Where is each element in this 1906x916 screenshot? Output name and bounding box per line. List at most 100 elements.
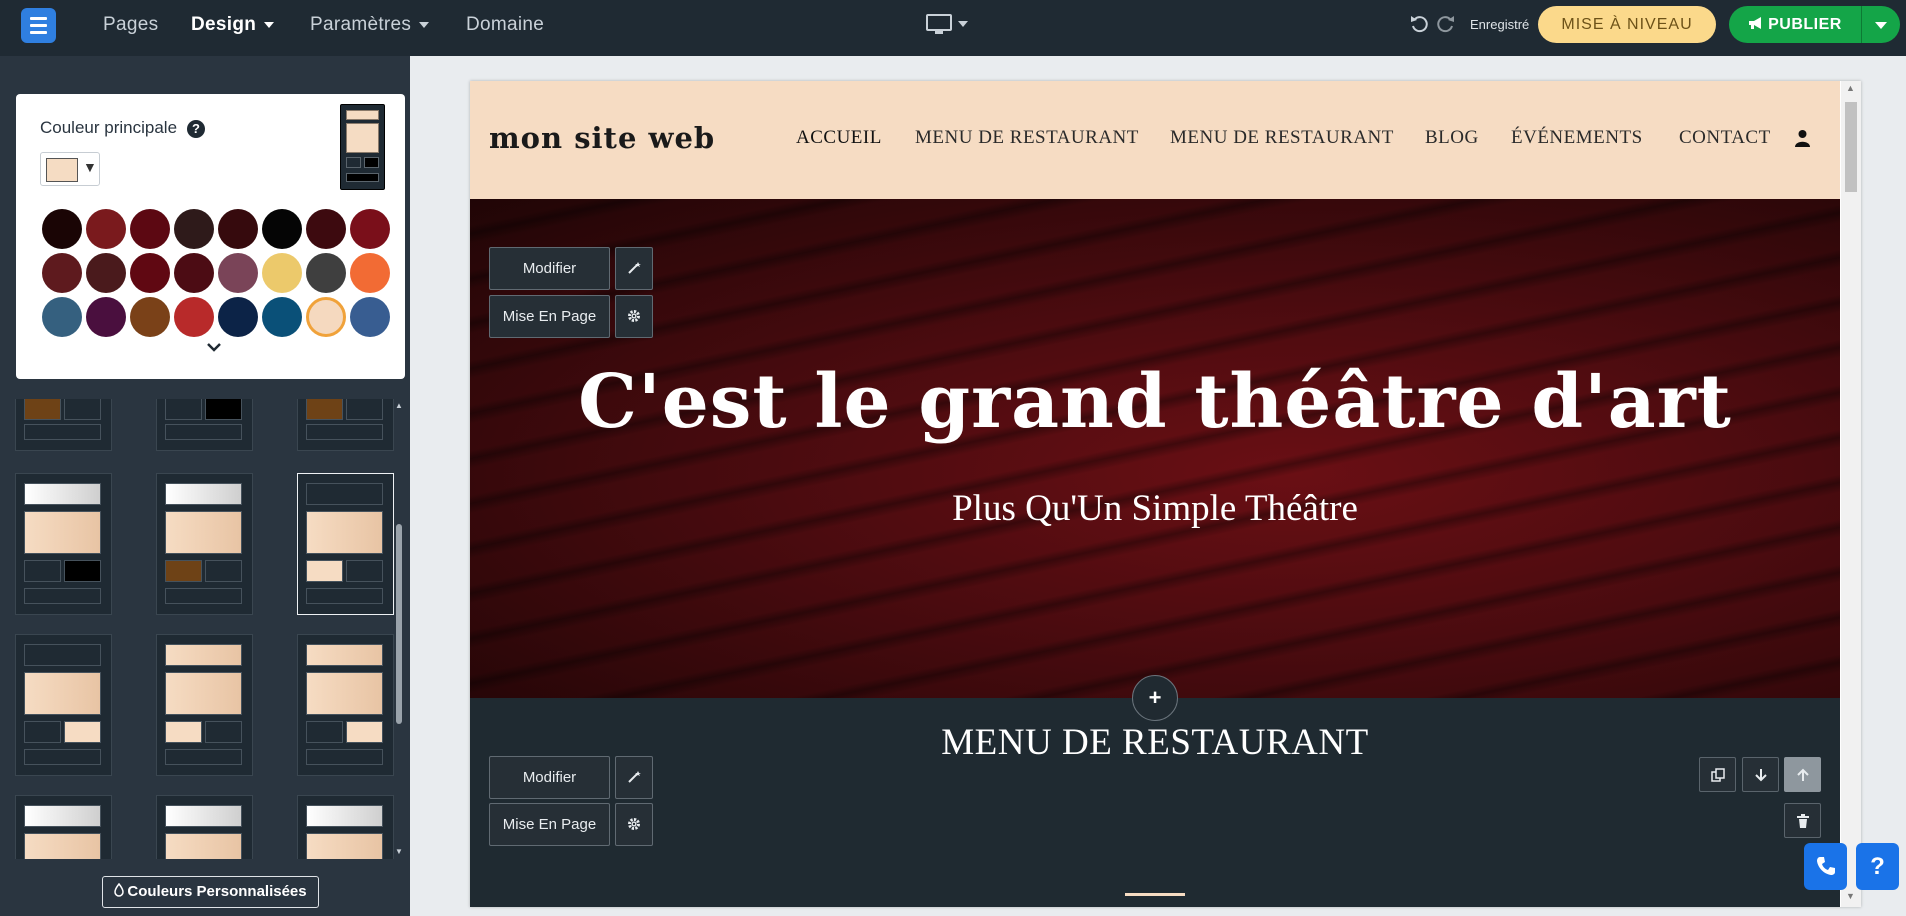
color-select[interactable]: ▼	[40, 152, 100, 186]
color-swatch[interactable]	[306, 253, 346, 293]
theme-thumb[interactable]	[297, 795, 394, 859]
preview-scrollbar[interactable]: ▲ ▼	[1841, 81, 1861, 907]
chevron-down-icon[interactable]	[206, 339, 222, 357]
site-nav-contact[interactable]: CONTACT	[1679, 127, 1771, 149]
theme-thumb[interactable]	[15, 399, 112, 451]
theme-thumb[interactable]	[15, 634, 112, 776]
color-swatch[interactable]	[42, 209, 82, 249]
device-switcher[interactable]	[925, 13, 971, 40]
hero-modify-button[interactable]: Modifier	[489, 247, 610, 290]
upgrade-button[interactable]: MISE À NIVEAU	[1538, 6, 1716, 43]
color-swatch[interactable]	[130, 297, 170, 337]
help-button[interactable]: ?	[1856, 843, 1899, 890]
custom-colors-button[interactable]: Couleurs Personnalisées	[102, 876, 319, 908]
publish-text: PUBLIER	[1768, 16, 1842, 33]
publish-divider	[1861, 6, 1862, 43]
phone-icon	[1816, 857, 1835, 875]
caret-down-icon: ▼	[83, 159, 97, 175]
section-modify-button[interactable]: Modifier	[489, 756, 610, 799]
theme-thumb[interactable]	[297, 634, 394, 776]
user-icon[interactable]	[1795, 129, 1810, 152]
theme-thumb[interactable]	[156, 634, 253, 776]
add-section-button[interactable]: +	[1132, 675, 1178, 721]
site-nav-home[interactable]: ACCUEIL	[796, 127, 882, 149]
publish-button[interactable]: PUBLIER	[1729, 6, 1900, 43]
nav-design[interactable]: Design	[191, 14, 275, 36]
save-status: Enregistré	[1470, 17, 1530, 32]
move-down-icon[interactable]	[1742, 757, 1779, 792]
hero-subtitle[interactable]: Plus Qu'Un Simple Théâtre	[470, 487, 1840, 530]
redo-icon[interactable]	[1436, 14, 1456, 40]
help-icon[interactable]: ?	[187, 120, 205, 138]
color-swatch[interactable]	[218, 253, 258, 293]
color-swatch[interactable]	[42, 297, 82, 337]
duplicate-section-icon[interactable]	[1699, 757, 1736, 792]
color-swatch[interactable]	[174, 297, 214, 337]
move-up-icon[interactable]	[1784, 757, 1821, 792]
chevron-down-icon	[264, 21, 275, 28]
gear-icon[interactable]	[615, 295, 653, 338]
theme-thumb[interactable]	[15, 473, 112, 615]
theme-thumb[interactable]	[156, 795, 253, 859]
color-swatch[interactable]	[130, 209, 170, 249]
color-swatch[interactable]	[306, 297, 346, 337]
site-nav-restaurant-menu-2[interactable]: MENU DE RESTAURANT	[1170, 127, 1394, 149]
site-nav-blog[interactable]: BLOG	[1425, 127, 1479, 149]
magic-wand-icon[interactable]	[615, 247, 653, 290]
gear-icon[interactable]	[615, 803, 653, 846]
undo-icon[interactable]	[1409, 14, 1429, 40]
publish-dropdown-icon[interactable]	[1875, 22, 1887, 29]
site-nav-restaurant-menu[interactable]: MENU DE RESTAURANT	[915, 127, 1139, 149]
custom-colors-label: Couleurs Personnalisées	[127, 883, 307, 900]
color-swatch[interactable]	[350, 253, 390, 293]
color-swatch[interactable]	[350, 209, 390, 249]
scrollbar-thumb[interactable]	[1845, 102, 1857, 192]
section-layout-button[interactable]: Mise En Page	[489, 803, 610, 846]
color-swatch[interactable]	[350, 297, 390, 337]
site-nav-events[interactable]: ÉVÉNEMENTS	[1511, 127, 1643, 149]
section-title[interactable]: MENU DE RESTAURANT	[470, 721, 1840, 764]
theme-thumb[interactable]	[156, 473, 253, 615]
color-swatch[interactable]	[86, 253, 126, 293]
theme-thumb[interactable]	[297, 399, 394, 451]
color-swatch[interactable]	[174, 253, 214, 293]
theme-thumb[interactable]	[15, 795, 112, 859]
scrollbar-thumb[interactable]	[396, 524, 402, 724]
hero-layout-button[interactable]: Mise En Page	[489, 295, 610, 338]
phone-support-button[interactable]	[1804, 843, 1847, 890]
color-swatch[interactable]	[218, 297, 258, 337]
color-swatch[interactable]	[262, 253, 302, 293]
design-sidebar: Couleur principale ? ▼ ▲ ▼ Couleurs Pers…	[0, 56, 410, 916]
color-swatch[interactable]	[130, 253, 170, 293]
nav-settings[interactable]: Paramètres	[310, 14, 430, 36]
selected-color-swatch	[46, 158, 78, 182]
main-color-panel: Couleur principale ? ▼	[16, 94, 405, 379]
theme-grid	[0, 399, 405, 859]
nav-domain[interactable]: Domaine	[466, 14, 544, 36]
magic-wand-icon[interactable]	[615, 756, 653, 799]
color-swatch[interactable]	[86, 209, 126, 249]
color-swatch[interactable]	[218, 209, 258, 249]
color-swatch[interactable]	[42, 253, 82, 293]
desktop-monitor-icon	[926, 14, 968, 34]
chevron-down-icon	[419, 21, 430, 28]
hero-title[interactable]: C'est le grand théâtre d'art	[470, 359, 1840, 445]
nav-pages[interactable]: Pages	[103, 14, 158, 36]
color-swatch[interactable]	[306, 209, 346, 249]
color-swatch[interactable]	[262, 297, 302, 337]
nav-design-label: Design	[191, 14, 257, 35]
delete-section-icon[interactable]	[1784, 803, 1821, 838]
theme-thumb[interactable]	[156, 399, 253, 451]
site-preview-frame: mon site web ACCUEIL MENU DE RESTAURANT …	[470, 81, 1861, 907]
site-title[interactable]: mon site web	[489, 121, 715, 155]
color-swatch[interactable]	[86, 297, 126, 337]
app-logo-icon[interactable]	[21, 8, 56, 43]
top-toolbar: Pages Design Paramètres Domaine Enregist…	[0, 0, 1906, 56]
color-swatch[interactable]	[174, 209, 214, 249]
theme-grid-scrollbar[interactable]: ▲ ▼	[394, 399, 404, 859]
theme-thumb-selected[interactable]	[297, 473, 394, 615]
megaphone-icon	[1749, 17, 1762, 29]
color-swatch[interactable]	[262, 209, 302, 249]
nav-settings-label: Paramètres	[310, 14, 412, 35]
site-header: mon site web ACCUEIL MENU DE RESTAURANT …	[470, 81, 1840, 199]
